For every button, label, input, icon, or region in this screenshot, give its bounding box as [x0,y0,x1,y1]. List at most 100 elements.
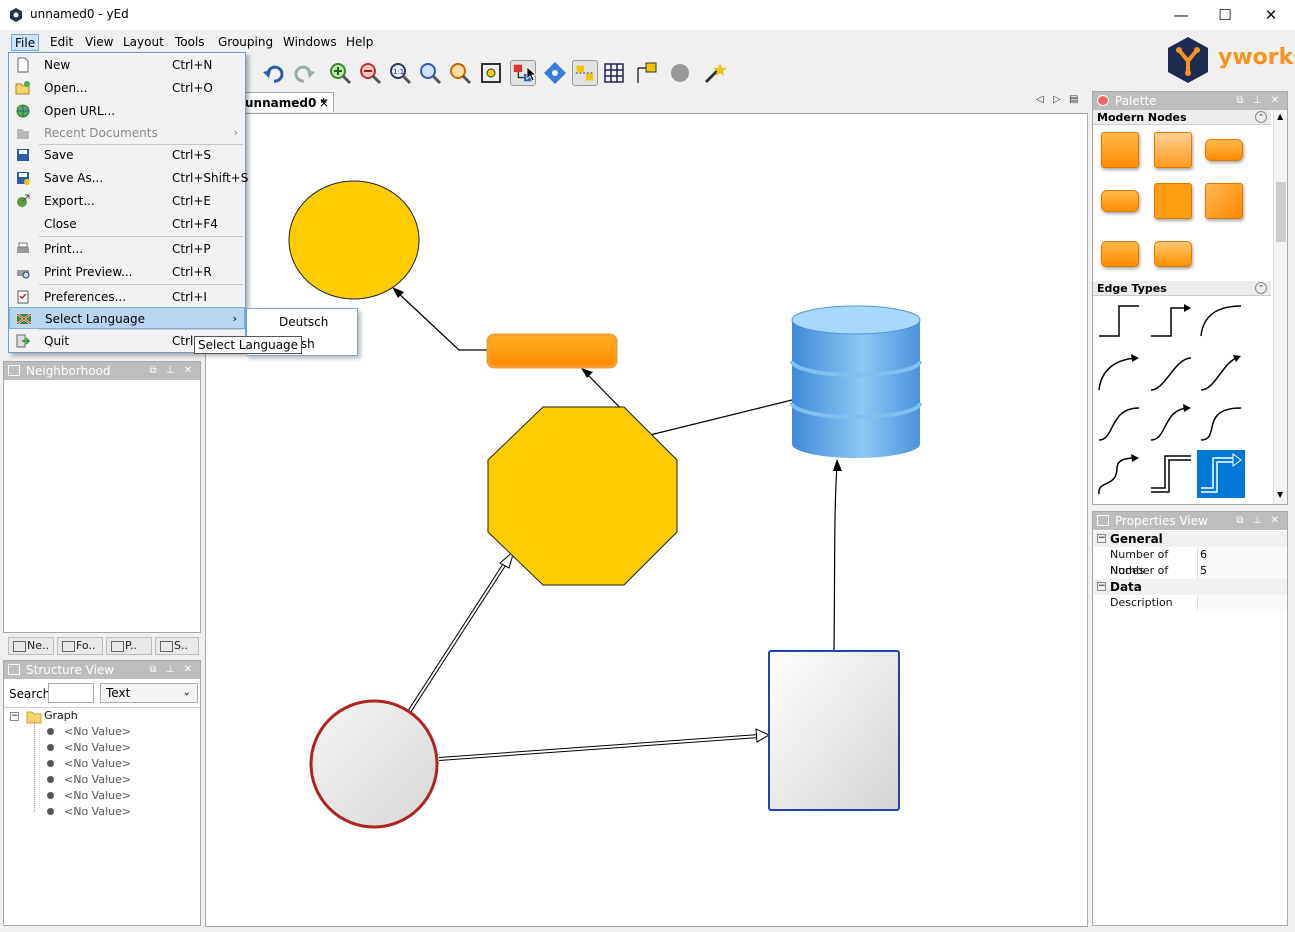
close-tab-icon[interactable]: × [319,93,329,113]
tab-predecessors[interactable]: P.. [106,637,152,655]
plugin-icon[interactable] [667,60,693,86]
property-value[interactable]: 5 [1197,563,1287,579]
menu-edit[interactable]: Edit [48,34,75,51]
tree-item[interactable]: <No Value> [64,772,131,788]
port-icon[interactable] [633,60,659,86]
edge-type-s-curve-arrow[interactable] [1197,350,1245,398]
edge-type-orthogonal-arrow[interactable] [1147,300,1195,348]
edge-type-s-curve[interactable] [1147,350,1195,398]
tree-root-graph[interactable]: Graph [44,708,78,724]
undo-icon[interactable] [261,60,287,86]
tab-list-icon[interactable]: ▤ [1069,94,1078,105]
panel-window-controls[interactable]: ⧉ ⊥ ✕ [1236,92,1282,110]
menu-grouping[interactable]: Grouping [216,34,275,51]
scroll-up-icon[interactable]: ▲ [1277,112,1283,121]
menu-file[interactable]: File [11,34,40,51]
section-edge-types[interactable]: Edge Types ⌃ [1093,281,1271,296]
zoom-selection-icon[interactable] [447,60,473,86]
menu-item-select-language[interactable]: Select Language › [9,307,245,329]
collapse-icon[interactable]: ⌃ [1255,111,1267,123]
node-gray-circle[interactable] [309,699,439,829]
property-group-data[interactable]: − Data [1093,579,1287,595]
redo-icon[interactable] [291,60,317,86]
menu-view[interactable]: View [83,34,115,51]
edge-circle-to-octagon[interactable] [407,549,515,714]
node-yellow-octagon[interactable] [487,406,678,586]
menu-layout[interactable]: Layout [121,34,166,51]
menu-item-close[interactable]: Close Ctrl+F4 [9,213,245,235]
collapse-icon[interactable]: − [1097,534,1106,543]
property-group-general[interactable]: − General [1093,531,1287,547]
edge-type-loop-arrow[interactable] [1095,450,1143,498]
edge-rect-to-database[interactable] [833,459,842,652]
edge-type-curved-arrow[interactable] [1095,350,1143,398]
edge-type-bend-curve[interactable] [1197,400,1245,448]
menu-item-recent-documents[interactable]: Recent Documents › [9,122,245,144]
menu-item-save-as[interactable]: Save As... Ctrl+Shift+S [9,167,248,189]
edge-type-step-curve[interactable] [1095,400,1143,448]
node-database[interactable] [790,305,922,458]
panel-window-controls[interactable]: ⧉ ⊥ ✕ [149,661,195,679]
property-value[interactable]: 6 [1197,547,1287,563]
palette-node[interactable] [1101,132,1139,168]
edge-type-orthogonal[interactable] [1095,300,1143,348]
menu-windows[interactable]: Windows [281,34,339,51]
menu-item-new[interactable]: New Ctrl+N [9,54,245,76]
maximize-button[interactable]: ☐ [1202,0,1248,30]
menu-item-export[interactable]: Export... Ctrl+E [9,190,245,212]
palette-node[interactable] [1205,139,1243,161]
panel-window-controls[interactable]: ⧉ ⊥ ✕ [1236,512,1282,530]
menu-item-print[interactable]: Print... Ctrl+P [9,238,245,260]
node-yellow-ellipse[interactable] [288,180,420,300]
edge-bar-to-ellipse[interactable] [392,287,488,351]
palette-node[interactable] [1101,241,1139,267]
fit-content-icon[interactable] [478,60,504,86]
tab-document-unnamed0[interactable]: unnamed0 * × [238,92,334,112]
palette-node[interactable] [1154,241,1192,267]
node-orange-bar[interactable] [486,333,618,369]
menu-item-open[interactable]: Open... Ctrl+O [9,77,245,99]
tree-item[interactable]: <No Value> [64,724,131,740]
magic-wand-icon[interactable] [702,60,728,86]
tree-item[interactable]: <No Value> [64,788,131,804]
property-value[interactable] [1197,595,1287,611]
scroll-down-icon[interactable]: ▼ [1277,490,1283,499]
menu-item-print-preview[interactable]: Print Preview... Ctrl+R [9,261,245,283]
tree-collapse-icon[interactable]: − [10,712,19,721]
scroll-thumb[interactable] [1276,182,1286,242]
tab-successors[interactable]: S.. [155,637,199,655]
menu-item-save[interactable]: Save Ctrl+S [9,144,245,166]
menu-item-preferences[interactable]: Preferences... Ctrl+I [9,286,245,308]
palette-node[interactable] [1101,190,1139,212]
edge-octagon-to-database[interactable] [645,399,793,437]
navigate-icon[interactable] [542,60,568,86]
menu-tools[interactable]: Tools [173,34,207,51]
node-gray-rectangle[interactable] [768,650,900,811]
edge-circle-to-rect[interactable] [438,728,771,761]
menu-item-open-url[interactable]: Open URL... [9,100,245,122]
minimize-button[interactable]: — [1158,0,1204,30]
edge-type-double-orthogonal[interactable] [1147,450,1195,498]
tree-item[interactable]: <No Value> [64,740,131,756]
palette-node[interactable] [1205,183,1243,219]
menu-help[interactable]: Help [344,34,375,51]
edge-type-curved[interactable] [1197,300,1245,348]
edge-type-step-curve-arrow[interactable] [1147,400,1195,448]
zoom-in-icon[interactable] [327,60,353,86]
palette-node[interactable] [1154,183,1192,219]
snap-lines-icon[interactable] [572,60,598,86]
section-modern-nodes[interactable]: Modern Nodes ⌃ [1093,110,1271,125]
tab-neighborhood[interactable]: Ne.. [8,637,54,655]
tree-item[interactable]: <No Value> [64,756,131,772]
search-type-select[interactable]: Text ⌄ [100,683,198,703]
graph-canvas[interactable] [205,113,1088,927]
tree-item[interactable]: <No Value> [64,804,131,820]
tab-prev-icon[interactable]: ◁ [1036,94,1044,105]
zoom-fit-icon[interactable] [417,60,443,86]
collapse-icon[interactable]: − [1097,582,1106,591]
tab-next-icon[interactable]: ▷ [1053,94,1061,105]
edge-type-double-orthogonal-arrow-selected[interactable] [1197,450,1245,498]
language-option-deutsch[interactable]: Deutsch [247,311,357,333]
close-window-button[interactable]: ✕ [1248,0,1294,30]
collapse-icon[interactable]: ⌃ [1255,282,1267,294]
